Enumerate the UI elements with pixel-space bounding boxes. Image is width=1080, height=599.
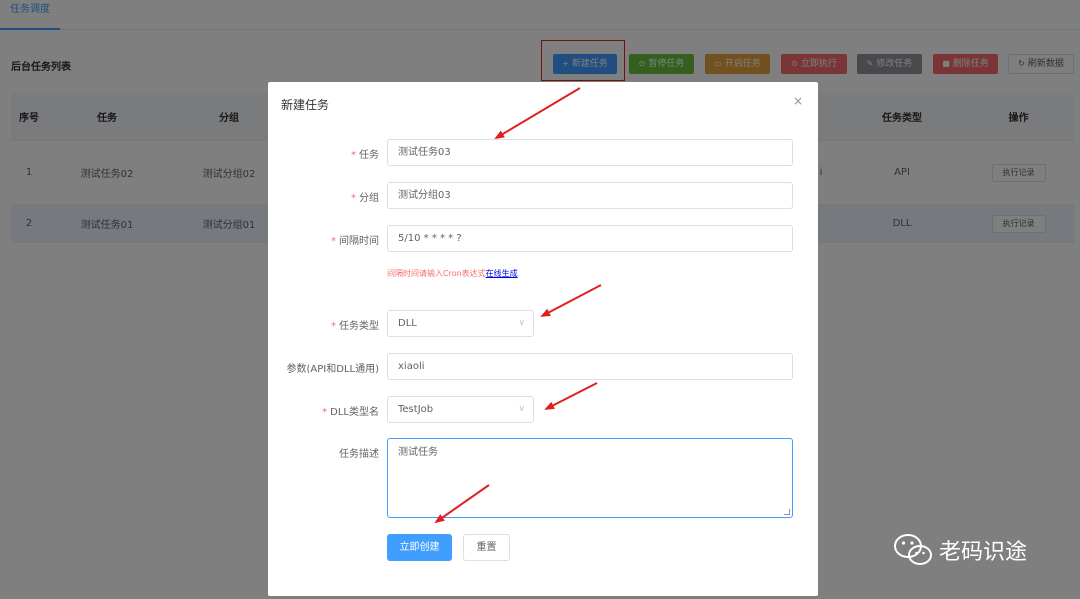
arrow-to-dll-type	[544, 382, 598, 410]
arrow-to-task-input	[494, 87, 581, 140]
wechat-icon	[894, 534, 932, 565]
watermark: 老码识途	[893, 530, 1027, 570]
annotation-arrows	[434, 87, 602, 524]
watermark-text: 老码识途	[939, 540, 1028, 565]
arrow-to-create-button	[434, 484, 490, 524]
arrow-to-task-type	[540, 284, 602, 317]
